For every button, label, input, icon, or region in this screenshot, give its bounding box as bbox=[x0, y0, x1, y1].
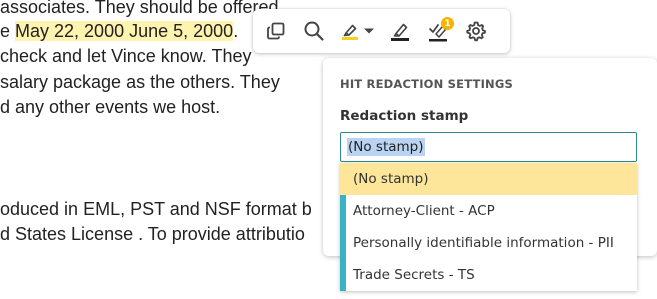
highlight-color-button[interactable] bbox=[333, 12, 381, 50]
document-line: d any other events we host. bbox=[0, 97, 221, 117]
document-text: . bbox=[233, 21, 239, 41]
document-line: check and let Vince know. They bbox=[0, 46, 252, 66]
document-line: d States License . To provide attributio bbox=[0, 224, 305, 244]
dropdown-option-acp[interactable]: Attorney-Client - ACP bbox=[340, 195, 637, 227]
copy-icon bbox=[266, 21, 286, 41]
search-button[interactable] bbox=[295, 12, 333, 50]
hits-count-badge: 1 bbox=[441, 17, 454, 30]
gear-icon bbox=[465, 20, 487, 42]
redaction-stamp-label: Redaction stamp bbox=[340, 108, 469, 124]
document-line: associates. They should be offered bbox=[0, 0, 279, 17]
document-line-highlighted: e May 22, 2000 June 5, 2000. bbox=[0, 20, 238, 42]
redaction-hits-button[interactable]: 1 bbox=[419, 12, 457, 50]
redaction-toolbar: 1 bbox=[253, 9, 510, 53]
highlight-color-icon bbox=[340, 21, 360, 41]
highlighted-date-text: May 22, 2000 June 5, 2000 bbox=[15, 21, 234, 41]
redact-tool-icon bbox=[389, 20, 411, 42]
stamp-color-bar bbox=[340, 227, 346, 259]
panel-title: HIT REDACTION SETTINGS bbox=[340, 77, 513, 91]
dropdown-option-pii[interactable]: Personally identifiable information - PI… bbox=[340, 227, 637, 259]
option-label: Attorney-Client - ACP bbox=[353, 203, 495, 219]
option-label: Trade Secrets - TS bbox=[353, 267, 475, 283]
document-line: oduced in EML, PST and NSF format b bbox=[0, 199, 312, 219]
dropdown-option-no-stamp[interactable]: (No stamp) bbox=[340, 163, 637, 195]
document-text: e bbox=[0, 21, 16, 41]
stamp-color-bar bbox=[340, 259, 346, 291]
search-icon bbox=[303, 20, 325, 42]
copy-button[interactable] bbox=[257, 12, 295, 50]
dropdown-option-ts[interactable]: Trade Secrets - TS bbox=[340, 259, 637, 291]
option-label: Personally identifiable information - PI… bbox=[353, 235, 614, 251]
redact-tool-button[interactable] bbox=[381, 12, 419, 50]
option-label: (No stamp) bbox=[353, 171, 429, 187]
chevron-down-icon bbox=[360, 26, 375, 36]
document-line: salary package as the others. They bbox=[0, 72, 280, 92]
redaction-stamp-dropdown: (No stamp) Attorney-Client - ACP Persona… bbox=[340, 163, 637, 291]
redaction-stamp-select[interactable]: (No stamp) bbox=[340, 132, 637, 162]
settings-button[interactable] bbox=[457, 12, 495, 50]
redaction-stamp-value: (No stamp) bbox=[347, 138, 425, 156]
stamp-color-bar bbox=[340, 195, 346, 227]
